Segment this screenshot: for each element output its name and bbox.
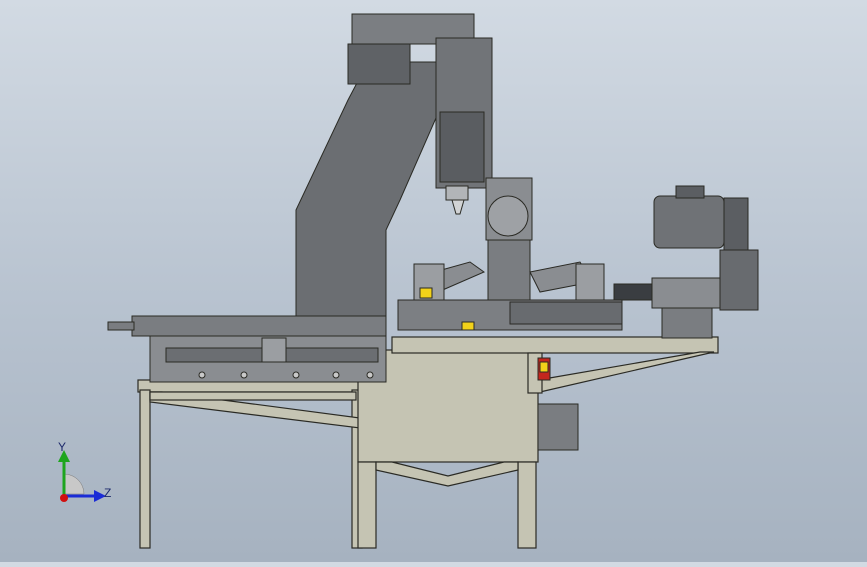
machine-assembly: [107, 13, 759, 549]
machine-bed: [107, 315, 387, 383]
spindle-tool: [451, 199, 465, 215]
spindle-nose: [445, 185, 469, 201]
frame-cabinet-leg-left: [357, 461, 377, 549]
fixture-right: [575, 263, 605, 301]
frame-bottom-rail-left: [149, 391, 357, 401]
coupling: [613, 283, 653, 301]
gear-housing: [651, 277, 721, 309]
rotary-unit: [397, 177, 623, 331]
gear-mount: [661, 307, 713, 339]
motor-body: [653, 195, 725, 249]
drive-motor: [613, 185, 759, 339]
motor-flange: [723, 197, 749, 253]
yellow-block: [419, 287, 433, 299]
frame-right-table: [391, 336, 719, 354]
electrical-box: [537, 357, 579, 451]
yellow-block-2: [461, 321, 475, 331]
spindle-panel: [439, 111, 485, 183]
frame-right-brace: [537, 351, 715, 393]
coordinate-triad: Y Z: [44, 438, 124, 510]
ebox-body: [537, 403, 579, 451]
column-motor: [347, 43, 411, 85]
triad-y-label: Y: [58, 440, 67, 454]
frame-cabinet-leg-right: [517, 461, 537, 549]
bed-top: [131, 315, 387, 337]
ebox-indicator: [539, 361, 549, 373]
bed-clamp: [261, 337, 287, 363]
triad-graphic: [58, 450, 106, 502]
triad-arc: [63, 473, 85, 495]
motor-fan: [675, 185, 705, 199]
rotary-disc: [487, 195, 529, 237]
frame-leg-left: [139, 389, 151, 549]
rotary-column: [487, 239, 531, 301]
triad-z-label: Z: [104, 486, 112, 500]
slide-cylinder: [509, 301, 623, 325]
triad-origin: [60, 494, 68, 502]
cad-viewport[interactable]: [0, 0, 867, 562]
frame-cabinet-brace: [375, 461, 519, 487]
gearbox: [719, 249, 759, 311]
bed-rod: [107, 321, 135, 331]
